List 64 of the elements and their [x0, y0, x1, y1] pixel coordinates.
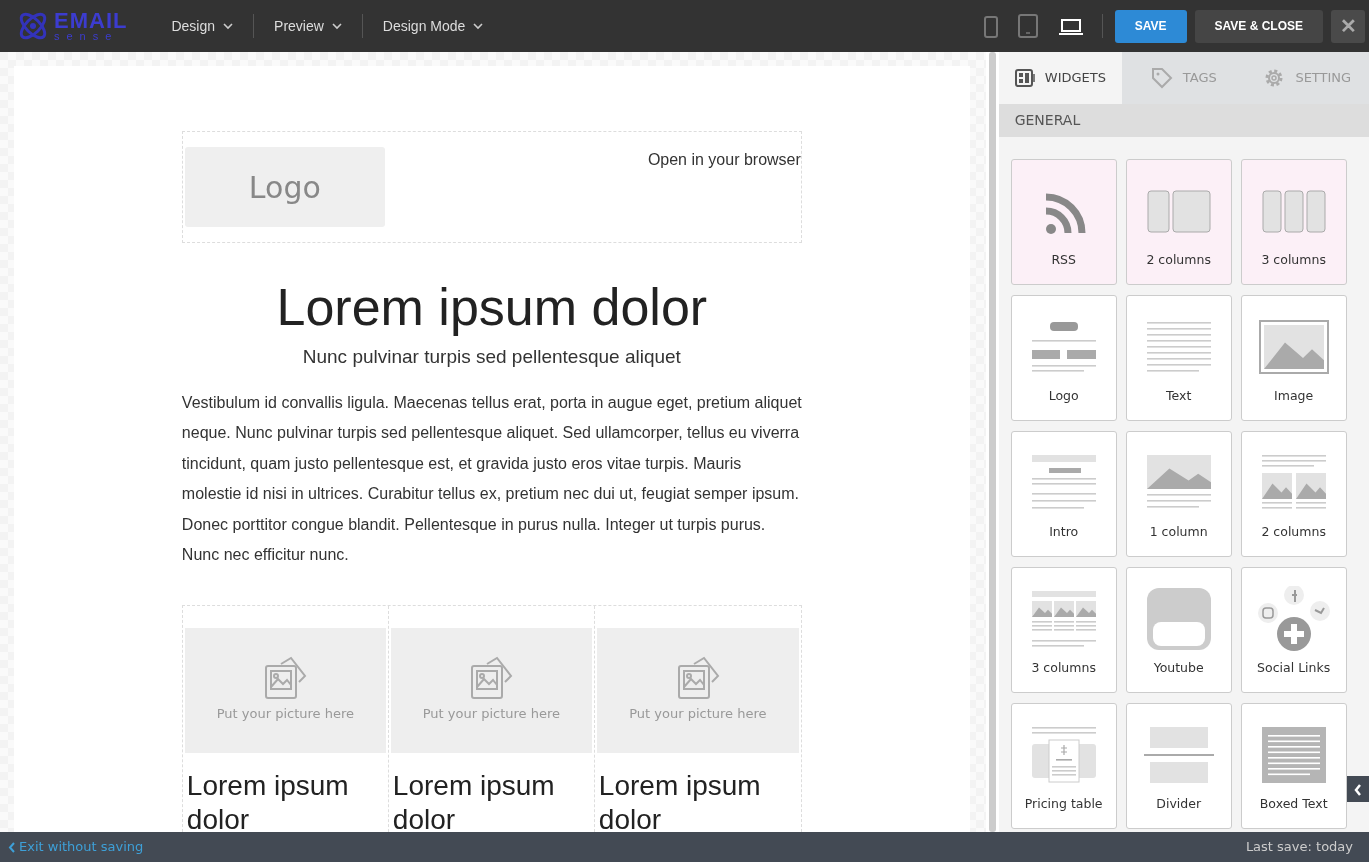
- picture-placeholder-text: Put your picture here: [629, 705, 767, 724]
- email-subtitle: Nunc pulvinar turpis sed pellentesque aliquet: [301, 345, 682, 369]
- widget-tile[interactable]: Social Links: [1240, 567, 1347, 693]
- picture-placeholder-text: Put your picture here: [216, 705, 354, 724]
- chevron-left-icon: [8, 841, 15, 853]
- boxed-text-icon: [1261, 727, 1326, 783]
- intro-layout-icon: [1031, 455, 1096, 511]
- chevron-down-icon: [473, 22, 484, 30]
- picture-placeholder-text: Put your picture here: [422, 705, 560, 724]
- widgets-icon: [1014, 69, 1035, 87]
- widget-tile[interactable]: Logo: [1010, 295, 1117, 421]
- social-links-icon: [1257, 586, 1330, 652]
- brand-name: EMAIL: [54, 10, 128, 31]
- logo-text: Logo: [248, 168, 321, 207]
- collapse-button[interactable]: [1347, 776, 1369, 802]
- widget-tile[interactable]: Boxed Text: [1240, 703, 1347, 829]
- text-lines-icon: [1146, 321, 1211, 373]
- one-column-icon: [1146, 455, 1211, 511]
- widget-tile[interactable]: Divider: [1125, 703, 1232, 829]
- last-save-text: Last save: today: [1245, 838, 1354, 857]
- widget-tile[interactable]: 3 columns: [1240, 159, 1347, 285]
- two-image-columns-icon: [1261, 455, 1326, 511]
- save-close-button[interactable]: SAVE & CLOSE: [1194, 9, 1323, 43]
- save-button[interactable]: SAVE: [1114, 9, 1187, 43]
- picture-icon: [263, 656, 308, 701]
- logo-layout-icon: [1031, 321, 1096, 373]
- picture-icon: [675, 656, 720, 701]
- close-button[interactable]: ✕: [1331, 9, 1365, 43]
- column-heading: Lorem ipsum dolor: [185, 768, 350, 832]
- scrollbar[interactable]: [988, 52, 996, 832]
- widget-tile[interactable]: 1 column: [1125, 431, 1232, 557]
- column-heading: Lorem ipsum dolor: [391, 768, 556, 832]
- widget-tile[interactable]: Text: [1125, 295, 1232, 421]
- pricing-table-icon: [1031, 727, 1096, 783]
- menu-dropdown[interactable]: Preview: [254, 14, 362, 38]
- chevron-down-icon: [223, 22, 234, 30]
- widget-tile[interactable]: Intro: [1010, 431, 1117, 557]
- menu-dropdown[interactable]: Design Mode: [362, 14, 504, 38]
- menu-dropdown[interactable]: Design: [151, 14, 254, 38]
- widget-tile[interactable]: 2 columns: [1125, 159, 1232, 285]
- image-frame-icon: [1258, 320, 1329, 374]
- widget-tile[interactable]: Youtube: [1125, 567, 1232, 693]
- widget-tile[interactable]: 2 columns: [1240, 431, 1347, 557]
- column-heading: Lorem ipsum dolor: [597, 768, 762, 832]
- laptop-icon: [1057, 17, 1084, 36]
- email-title: Lorem ipsum dolor: [275, 277, 709, 337]
- three-image-columns-icon: [1031, 591, 1096, 647]
- divider-icon: [1143, 727, 1214, 783]
- chevron-down-icon: [331, 22, 342, 30]
- widget-tile[interactable]: Pricing table: [1010, 703, 1117, 829]
- two-columns-icon: [1146, 189, 1211, 233]
- three-columns-icon: [1261, 189, 1326, 233]
- widget-tile[interactable]: Image: [1240, 295, 1347, 421]
- phone-icon: [983, 15, 998, 38]
- tag-icon: [1150, 67, 1173, 89]
- tablet-icon: [1017, 14, 1038, 39]
- browser-link[interactable]: Open in your browser: [647, 151, 801, 168]
- widget-tile[interactable]: 3 columns: [1010, 567, 1117, 693]
- widget-tile[interactable]: RSS: [1010, 159, 1117, 285]
- email-body-text: Vestibulum id convallis ligula. Maecenas tellus erat, porta in augue eget, pretium aliquet neque. Nunc pulvinar turpis sed pellentesque aliquet. Sed ullamcorper, tellus eu viverra tincidunt, quam justo pellentesque est, et gravida justo eros vitae turpis. Mauris molestie id nisi in ultrices. Curabitur tellus ex, pretium nec dui ut, feugiat semper ipsum. Donec porttitor congue blandit. Pellentesque in purus nulla. Integer ut turpis purus. Nunc nec efficitur nunc.: [181, 392, 802, 565]
- chevron-left-icon: [1354, 783, 1362, 796]
- picture-icon: [469, 656, 514, 701]
- section-header: GENERAL: [998, 104, 1369, 137]
- brand-tagline: sense: [54, 30, 120, 42]
